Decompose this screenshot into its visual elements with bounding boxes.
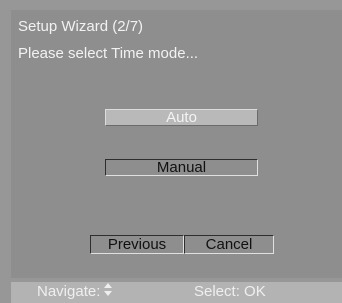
wizard-title: Setup Wizard (2/7) <box>18 18 144 35</box>
cancel-button[interactable]: Cancel <box>184 235 274 254</box>
option-manual[interactable]: Manual <box>105 159 258 176</box>
wizard-prompt: Please select Time mode... <box>18 45 199 62</box>
setup-wizard-screen: Setup Wizard (2/7) Please select Time mo… <box>0 0 342 303</box>
navigate-hint: Navigate: <box>37 282 113 302</box>
option-auto[interactable]: Auto <box>105 109 258 126</box>
up-down-arrows-icon <box>104 282 113 302</box>
select-hint: Select: OK <box>194 283 266 300</box>
navigate-label: Navigate: <box>37 283 101 300</box>
status-bar: Navigate: Select: OK <box>11 282 342 303</box>
previous-button[interactable]: Previous <box>90 235 184 254</box>
